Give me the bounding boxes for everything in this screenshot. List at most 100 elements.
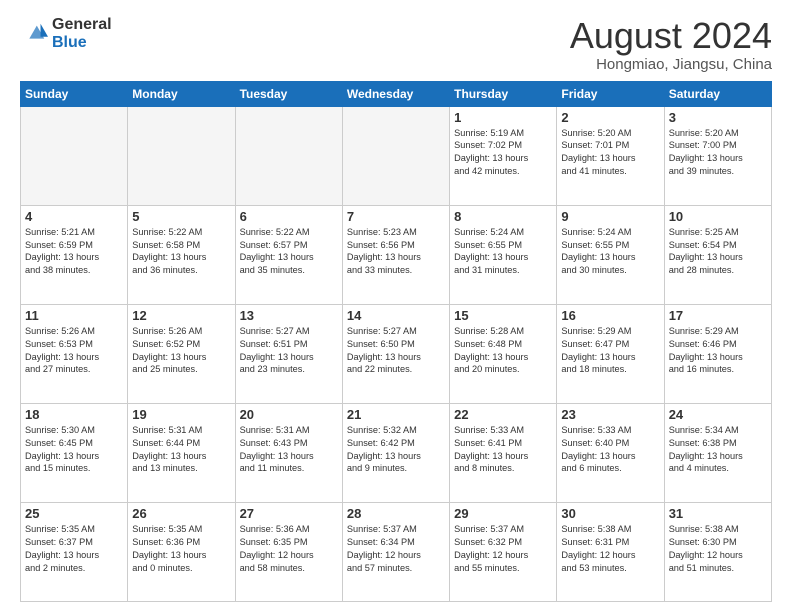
weekday-header-sunday: Sunday [21, 81, 128, 106]
weekday-header-friday: Friday [557, 81, 664, 106]
day-info: Sunrise: 5:27 AM Sunset: 6:51 PM Dayligh… [240, 325, 338, 377]
calendar-cell: 15 Sunrise: 5:28 AM Sunset: 6:48 PM Dayli… [450, 304, 557, 403]
weekday-header-monday: Monday [128, 81, 235, 106]
day-info: Sunrise: 5:35 AM Sunset: 6:36 PM Dayligh… [132, 523, 230, 575]
day-number: 16 [561, 308, 659, 323]
day-info: Sunrise: 5:24 AM Sunset: 6:55 PM Dayligh… [454, 226, 552, 278]
day-number: 3 [669, 110, 767, 125]
day-number: 30 [561, 506, 659, 521]
day-number: 29 [454, 506, 552, 521]
logo: General Blue [20, 16, 112, 51]
day-number: 12 [132, 308, 230, 323]
calendar-cell: 11Sunrise: 5:26 AM Sunset: 6:53 PM Dayli… [21, 304, 128, 403]
day-number: 18 [25, 407, 123, 422]
calendar-cell: 6 Sunrise: 5:22 AM Sunset: 6:57 PM Daylig… [235, 205, 342, 304]
day-number: 25 [25, 506, 123, 521]
calendar-cell: 23 Sunrise: 5:33 AM Sunset: 6:40 PM Dayli… [557, 403, 664, 502]
logo-icon [20, 20, 48, 48]
day-number: 24 [669, 407, 767, 422]
day-info: Sunrise: 5:20 AM Sunset: 7:01 PM Dayligh… [561, 127, 659, 179]
day-number: 5 [132, 209, 230, 224]
day-info: Sunrise: 5:27 AM Sunset: 6:50 PM Dayligh… [347, 325, 445, 377]
calendar-cell [342, 106, 449, 205]
calendar-week-3: 11Sunrise: 5:26 AM Sunset: 6:53 PM Dayli… [21, 304, 772, 403]
day-number: 10 [669, 209, 767, 224]
day-number: 13 [240, 308, 338, 323]
day-number: 8 [454, 209, 552, 224]
day-info: Sunrise: 5:29 AM Sunset: 6:46 PM Dayligh… [669, 325, 767, 377]
day-number: 4 [25, 209, 123, 224]
calendar-week-5: 25Sunrise: 5:35 AM Sunset: 6:37 PM Dayli… [21, 502, 772, 601]
header: General Blue August 2024 Hongmiao, Jiang… [20, 16, 772, 73]
weekday-header-wednesday: Wednesday [342, 81, 449, 106]
day-number: 21 [347, 407, 445, 422]
day-info: Sunrise: 5:31 AM Sunset: 6:43 PM Dayligh… [240, 424, 338, 476]
calendar-cell: 26 Sunrise: 5:35 AM Sunset: 6:36 PM Dayli… [128, 502, 235, 601]
day-info: Sunrise: 5:29 AM Sunset: 6:47 PM Dayligh… [561, 325, 659, 377]
day-number: 14 [347, 308, 445, 323]
location-subtitle: Hongmiao, Jiangsu, China [570, 56, 772, 73]
calendar-cell: 16 Sunrise: 5:29 AM Sunset: 6:47 PM Dayli… [557, 304, 664, 403]
calendar-cell: 3 Sunrise: 5:20 AM Sunset: 7:00 PM Daylig… [664, 106, 771, 205]
month-title: August 2024 [570, 16, 772, 56]
day-info: Sunrise: 5:34 AM Sunset: 6:38 PM Dayligh… [669, 424, 767, 476]
day-info: Sunrise: 5:32 AM Sunset: 6:42 PM Dayligh… [347, 424, 445, 476]
day-info: Sunrise: 5:25 AM Sunset: 6:54 PM Dayligh… [669, 226, 767, 278]
calendar-cell: 18 Sunrise: 5:30 AM Sunset: 6:45 PM Dayli… [21, 403, 128, 502]
day-number: 7 [347, 209, 445, 224]
calendar-cell: 14 Sunrise: 5:27 AM Sunset: 6:50 PM Dayli… [342, 304, 449, 403]
day-info: Sunrise: 5:28 AM Sunset: 6:48 PM Dayligh… [454, 325, 552, 377]
calendar-cell: 25Sunrise: 5:35 AM Sunset: 6:37 PM Dayli… [21, 502, 128, 601]
calendar-cell: 7 Sunrise: 5:23 AM Sunset: 6:56 PM Daylig… [342, 205, 449, 304]
day-info: Sunrise: 5:23 AM Sunset: 6:56 PM Dayligh… [347, 226, 445, 278]
calendar-cell: 21 Sunrise: 5:32 AM Sunset: 6:42 PM Dayli… [342, 403, 449, 502]
day-info: Sunrise: 5:38 AM Sunset: 6:30 PM Dayligh… [669, 523, 767, 575]
calendar-cell: 5 Sunrise: 5:22 AM Sunset: 6:58 PM Daylig… [128, 205, 235, 304]
day-info: Sunrise: 5:38 AM Sunset: 6:31 PM Dayligh… [561, 523, 659, 575]
calendar-cell [128, 106, 235, 205]
day-info: Sunrise: 5:19 AM Sunset: 7:02 PM Dayligh… [454, 127, 552, 179]
calendar-cell: 22 Sunrise: 5:33 AM Sunset: 6:41 PM Dayli… [450, 403, 557, 502]
day-info: Sunrise: 5:33 AM Sunset: 6:40 PM Dayligh… [561, 424, 659, 476]
page: General Blue August 2024 Hongmiao, Jiang… [0, 0, 792, 612]
day-info: Sunrise: 5:37 AM Sunset: 6:34 PM Dayligh… [347, 523, 445, 575]
day-info: Sunrise: 5:22 AM Sunset: 6:58 PM Dayligh… [132, 226, 230, 278]
calendar-cell [235, 106, 342, 205]
day-info: Sunrise: 5:24 AM Sunset: 6:55 PM Dayligh… [561, 226, 659, 278]
calendar-cell: 2Sunrise: 5:20 AM Sunset: 7:01 PM Daylig… [557, 106, 664, 205]
day-number: 1 [454, 110, 552, 125]
day-info: Sunrise: 5:36 AM Sunset: 6:35 PM Dayligh… [240, 523, 338, 575]
day-number: 9 [561, 209, 659, 224]
calendar-cell: 8 Sunrise: 5:24 AM Sunset: 6:55 PM Daylig… [450, 205, 557, 304]
day-info: Sunrise: 5:37 AM Sunset: 6:32 PM Dayligh… [454, 523, 552, 575]
day-info: Sunrise: 5:26 AM Sunset: 6:53 PM Dayligh… [25, 325, 123, 377]
calendar-cell: 31Sunrise: 5:38 AM Sunset: 6:30 PM Dayli… [664, 502, 771, 601]
calendar-cell: 9 Sunrise: 5:24 AM Sunset: 6:55 PM Daylig… [557, 205, 664, 304]
calendar-header-row: SundayMondayTuesdayWednesdayThursdayFrid… [21, 81, 772, 106]
calendar-cell: 17Sunrise: 5:29 AM Sunset: 6:46 PM Dayli… [664, 304, 771, 403]
day-info: Sunrise: 5:26 AM Sunset: 6:52 PM Dayligh… [132, 325, 230, 377]
day-info: Sunrise: 5:33 AM Sunset: 6:41 PM Dayligh… [454, 424, 552, 476]
day-number: 26 [132, 506, 230, 521]
calendar-cell: 10 Sunrise: 5:25 AM Sunset: 6:54 PM Dayli… [664, 205, 771, 304]
day-number: 19 [132, 407, 230, 422]
calendar-week-4: 18 Sunrise: 5:30 AM Sunset: 6:45 PM Dayli… [21, 403, 772, 502]
calendar-table: SundayMondayTuesdayWednesdayThursdayFrid… [20, 81, 772, 602]
weekday-header-saturday: Saturday [664, 81, 771, 106]
calendar-week-1: 1 Sunrise: 5:19 AM Sunset: 7:02 PM Daylig… [21, 106, 772, 205]
calendar-cell: 12 Sunrise: 5:26 AM Sunset: 6:52 PM Dayli… [128, 304, 235, 403]
day-info: Sunrise: 5:20 AM Sunset: 7:00 PM Dayligh… [669, 127, 767, 179]
day-info: Sunrise: 5:30 AM Sunset: 6:45 PM Dayligh… [25, 424, 123, 476]
calendar-cell: 30 Sunrise: 5:38 AM Sunset: 6:31 PM Dayli… [557, 502, 664, 601]
day-info: Sunrise: 5:22 AM Sunset: 6:57 PM Dayligh… [240, 226, 338, 278]
day-number: 6 [240, 209, 338, 224]
day-number: 28 [347, 506, 445, 521]
day-info: Sunrise: 5:31 AM Sunset: 6:44 PM Dayligh… [132, 424, 230, 476]
logo-text: General Blue [52, 16, 112, 51]
day-number: 22 [454, 407, 552, 422]
calendar-cell: 28 Sunrise: 5:37 AM Sunset: 6:34 PM Dayli… [342, 502, 449, 601]
calendar-cell [21, 106, 128, 205]
day-number: 23 [561, 407, 659, 422]
calendar-cell: 20Sunrise: 5:31 AM Sunset: 6:43 PM Dayli… [235, 403, 342, 502]
day-number: 15 [454, 308, 552, 323]
